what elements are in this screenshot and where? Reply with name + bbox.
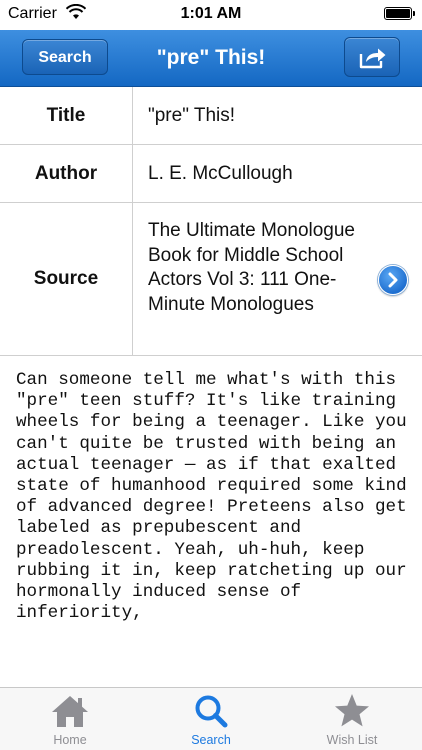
status-time: 1:01 AM <box>180 5 242 22</box>
author-value: L. E. McCullough <box>148 163 293 184</box>
source-value: The Ultimate Monologue Book for Middle S… <box>148 220 355 315</box>
tab-home[interactable]: Home <box>0 688 140 750</box>
source-label: Source <box>0 203 133 355</box>
tab-bar: Home Search Wish List <box>0 687 422 750</box>
details-table: Title "pre" This! Author L. E. McCulloug… <box>0 87 422 356</box>
navigation-bar: Search "pre" This! <box>0 30 422 87</box>
battery-level <box>386 9 410 18</box>
source-detail-button[interactable] <box>378 265 408 295</box>
share-icon <box>359 48 386 69</box>
tab-wish-list-label: Wish List <box>326 733 378 747</box>
back-button-label: Search <box>38 49 92 66</box>
status-bar: Carrier 1:01 AM <box>0 0 422 30</box>
monologue-text: Can someone tell me what's with this "pr… <box>16 370 407 624</box>
star-icon <box>335 694 369 727</box>
chevron-right-icon <box>388 272 398 288</box>
source-row[interactable]: Source The Ultimate Monologue Book for M… <box>0 203 422 356</box>
back-button[interactable]: Search <box>7 38 108 76</box>
title-label: Title <box>0 87 133 144</box>
tab-home-label: Home <box>53 733 87 747</box>
page-title: "pre" This! <box>156 46 266 69</box>
tab-search[interactable]: Search <box>141 688 281 750</box>
search-icon <box>195 695 228 728</box>
title-value: "pre" This! <box>148 105 236 126</box>
tab-wish-list[interactable]: Wish List <box>282 688 422 750</box>
tab-search-label: Search <box>191 733 231 747</box>
title-row: Title "pre" This! <box>0 87 422 145</box>
author-label: Author <box>0 145 133 202</box>
home-icon <box>52 696 88 727</box>
share-button[interactable] <box>344 37 400 77</box>
battery-icon <box>384 7 415 20</box>
author-row: Author L. E. McCullough <box>0 145 422 203</box>
